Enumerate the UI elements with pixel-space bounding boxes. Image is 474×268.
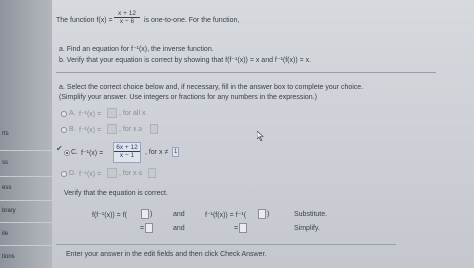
choice-c-letter: C.: [71, 149, 78, 156]
function-denominator: x − 6: [119, 18, 135, 25]
choice-b-radio[interactable]: [61, 127, 67, 133]
answer-numerator: 6x + 12: [114, 144, 140, 152]
sidebar-item-label[interactable]: ess: [2, 185, 11, 191]
choice-a-radio[interactable]: [61, 111, 67, 117]
sidebar-divider: [0, 200, 52, 201]
choice-a-letter: A.: [69, 110, 76, 117]
sidebar-divider: [0, 245, 52, 246]
choice-d-bound-box[interactable]: [148, 168, 156, 178]
verify-and-2: and: [173, 225, 185, 232]
choice-c-lhs: f⁻¹(x) =: [81, 150, 104, 157]
choice-a-lhs: f⁻¹(x) =: [79, 111, 102, 118]
question-intro: The function f(x) =: [56, 17, 113, 24]
verify-right-close: ): [267, 211, 270, 218]
sidebar-item-label[interactable]: tions: [2, 254, 15, 260]
verify-right-simplified-input[interactable]: [239, 223, 247, 233]
correct-check-icon: ✔: [56, 144, 63, 153]
choice-c-answer-field[interactable]: 6x + 12 x − 1: [113, 142, 141, 163]
instruction-line2: (Simplify your answer. Use integers or f…: [59, 94, 317, 101]
verify-left-input[interactable]: [141, 209, 149, 219]
choice-b-suffix: , for x ≥: [119, 126, 143, 133]
verify-right-equals: =: [234, 225, 239, 232]
sidebar-item-label[interactable]: rts: [2, 131, 9, 137]
footer-instruction: Enter your answer in the edit fields and…: [66, 251, 267, 258]
verify-left-close: ): [150, 211, 153, 218]
instruction-line1: a. Select the correct choice below and, …: [59, 84, 364, 91]
choice-b-letter: B.: [69, 126, 76, 133]
function-fraction: x + 12 x − 6: [114, 10, 140, 25]
choice-d-lhs: f⁻¹(x) =: [79, 171, 102, 178]
verify-step-simplify: Simplify.: [294, 225, 320, 232]
choice-c-radio[interactable]: [64, 150, 70, 156]
answer-denominator: x − 1: [119, 152, 135, 159]
sidebar-item-label[interactable]: brary: [2, 208, 16, 214]
choice-d-answer-box[interactable]: [107, 168, 117, 178]
sidebar-item-label[interactable]: ss: [2, 160, 8, 166]
choice-a-suffix: , for all x: [119, 110, 146, 117]
verify-right-input[interactable]: [258, 209, 266, 219]
part-b-text: b. Verify that your equation is correct …: [59, 57, 312, 64]
part-a-text: a. Find an equation for f⁻¹(x), the inve…: [59, 46, 214, 53]
sidebar-divider: [0, 222, 52, 223]
verify-left-expression: f(f⁻¹(x)) = f(: [92, 212, 127, 219]
function-numerator: x + 12: [114, 10, 140, 18]
choice-b-lhs: f⁻¹(x) =: [79, 127, 102, 134]
choice-d-radio[interactable]: [61, 171, 67, 177]
verify-and-1: and: [173, 211, 185, 218]
divider: [56, 244, 396, 245]
choice-c-suffix: , for x ≠: [145, 149, 169, 156]
verify-left-simplified-input[interactable]: [145, 223, 153, 233]
sidebar-divider: [0, 150, 52, 151]
verify-left-equals: =: [140, 225, 145, 232]
sidebar-item-label[interactable]: ile: [2, 231, 8, 237]
sidebar: rts ss ess brary ile tions: [0, 0, 52, 268]
choice-b-answer-box[interactable]: [107, 124, 117, 134]
question-intro-cont: is one-to-one. For the function,: [144, 17, 240, 24]
choice-c-excluded-field[interactable]: 1: [172, 147, 180, 157]
divider: [56, 72, 436, 73]
answer-fraction: 6x + 12 x − 1: [114, 144, 140, 159]
question-panel: The function f(x) = x + 12 x − 6 is one-…: [52, 0, 474, 268]
verify-heading: Verify that the equation is correct.: [64, 190, 168, 197]
choice-d-suffix: , for x ≤: [119, 170, 143, 177]
verify-right-expression: f⁻¹(f(x)) = f⁻¹(: [205, 212, 247, 219]
choice-d-letter: D.: [69, 170, 76, 177]
sidebar-divider: [0, 176, 52, 177]
choice-b-bound-box[interactable]: [150, 124, 158, 134]
choice-a-answer-box[interactable]: [107, 108, 117, 118]
mouse-cursor-icon: [257, 131, 264, 141]
verify-step-substitute: Substitute.: [294, 211, 328, 218]
